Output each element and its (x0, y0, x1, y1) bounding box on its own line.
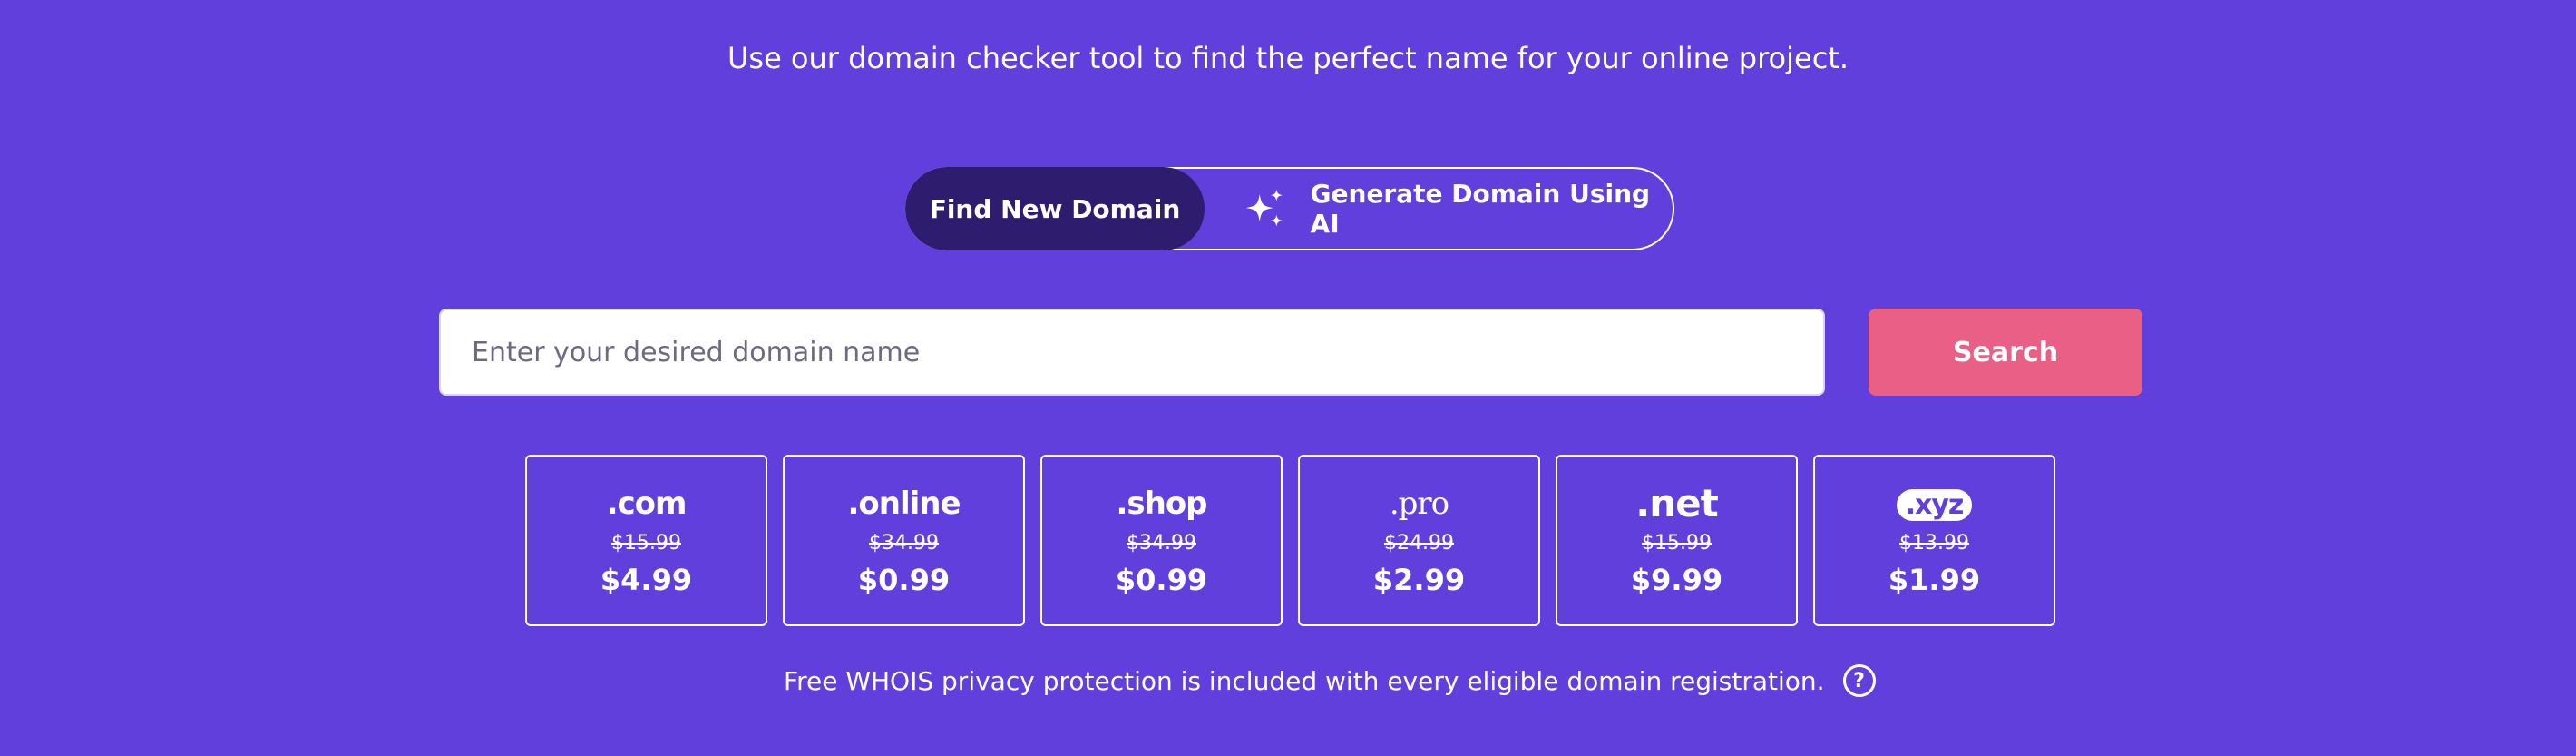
tld-card-net[interactable]: .net $15.99 $9.99 (1556, 455, 1798, 626)
sparkles-icon (1245, 189, 1283, 227)
tld-old-price: $24.99 (1384, 532, 1454, 555)
question-circle-icon[interactable]: ? (1842, 664, 1876, 697)
tld-name: .online (847, 486, 961, 522)
tld-name: .shop (1116, 486, 1207, 522)
generate-domain-ai-tab[interactable]: Generate Domain Using AI (1244, 169, 1662, 249)
tld-card-shop[interactable]: .shop $34.99 $0.99 (1040, 455, 1283, 626)
tld-card-pro[interactable]: .pro $24.99 $2.99 (1298, 455, 1540, 626)
tld-card-online[interactable]: .online $34.99 $0.99 (783, 455, 1025, 626)
tld-price: $4.99 (600, 563, 693, 597)
domain-search-input[interactable] (439, 309, 1825, 396)
domain-mode-toggle: Find New Domain Generate Domain Using AI (905, 167, 1674, 250)
tld-old-price: $13.99 (1899, 532, 1969, 555)
tld-name-badge: .xyz (1896, 484, 1973, 524)
tld-name: .xyz (1896, 489, 1973, 521)
tld-price: $0.99 (857, 563, 951, 597)
whois-notice: Free WHOIS privacy protection is include… (784, 663, 1876, 699)
tld-name: .com (606, 486, 688, 522)
whois-text: Free WHOIS privacy protection is include… (784, 665, 1825, 696)
tld-card-com[interactable]: .com $15.99 $4.99 (525, 455, 767, 626)
tld-name: .pro (1389, 486, 1449, 522)
tld-price: $9.99 (1630, 563, 1723, 597)
tld-price: $2.99 (1372, 563, 1466, 597)
tld-name: .net (1635, 481, 1718, 525)
tld-old-price: $15.99 (611, 532, 681, 555)
generate-domain-ai-label: Generate Domain Using AI (1310, 179, 1651, 239)
search-button[interactable]: Search (1869, 309, 2142, 396)
page-subtitle: Use our domain checker tool to find the … (727, 41, 1849, 75)
tld-old-price: $34.99 (1127, 532, 1196, 555)
tld-price: $0.99 (1115, 563, 1208, 597)
tld-price-list: .com $15.99 $4.99 .online $34.99 $0.99 .… (525, 455, 2055, 626)
tld-old-price: $34.99 (869, 532, 939, 555)
tld-old-price: $15.99 (1642, 532, 1712, 555)
tld-price: $1.99 (1888, 563, 1981, 597)
find-new-domain-tab[interactable]: Find New Domain (905, 167, 1205, 250)
tld-card-xyz[interactable]: .xyz $13.99 $1.99 (1813, 455, 2055, 626)
